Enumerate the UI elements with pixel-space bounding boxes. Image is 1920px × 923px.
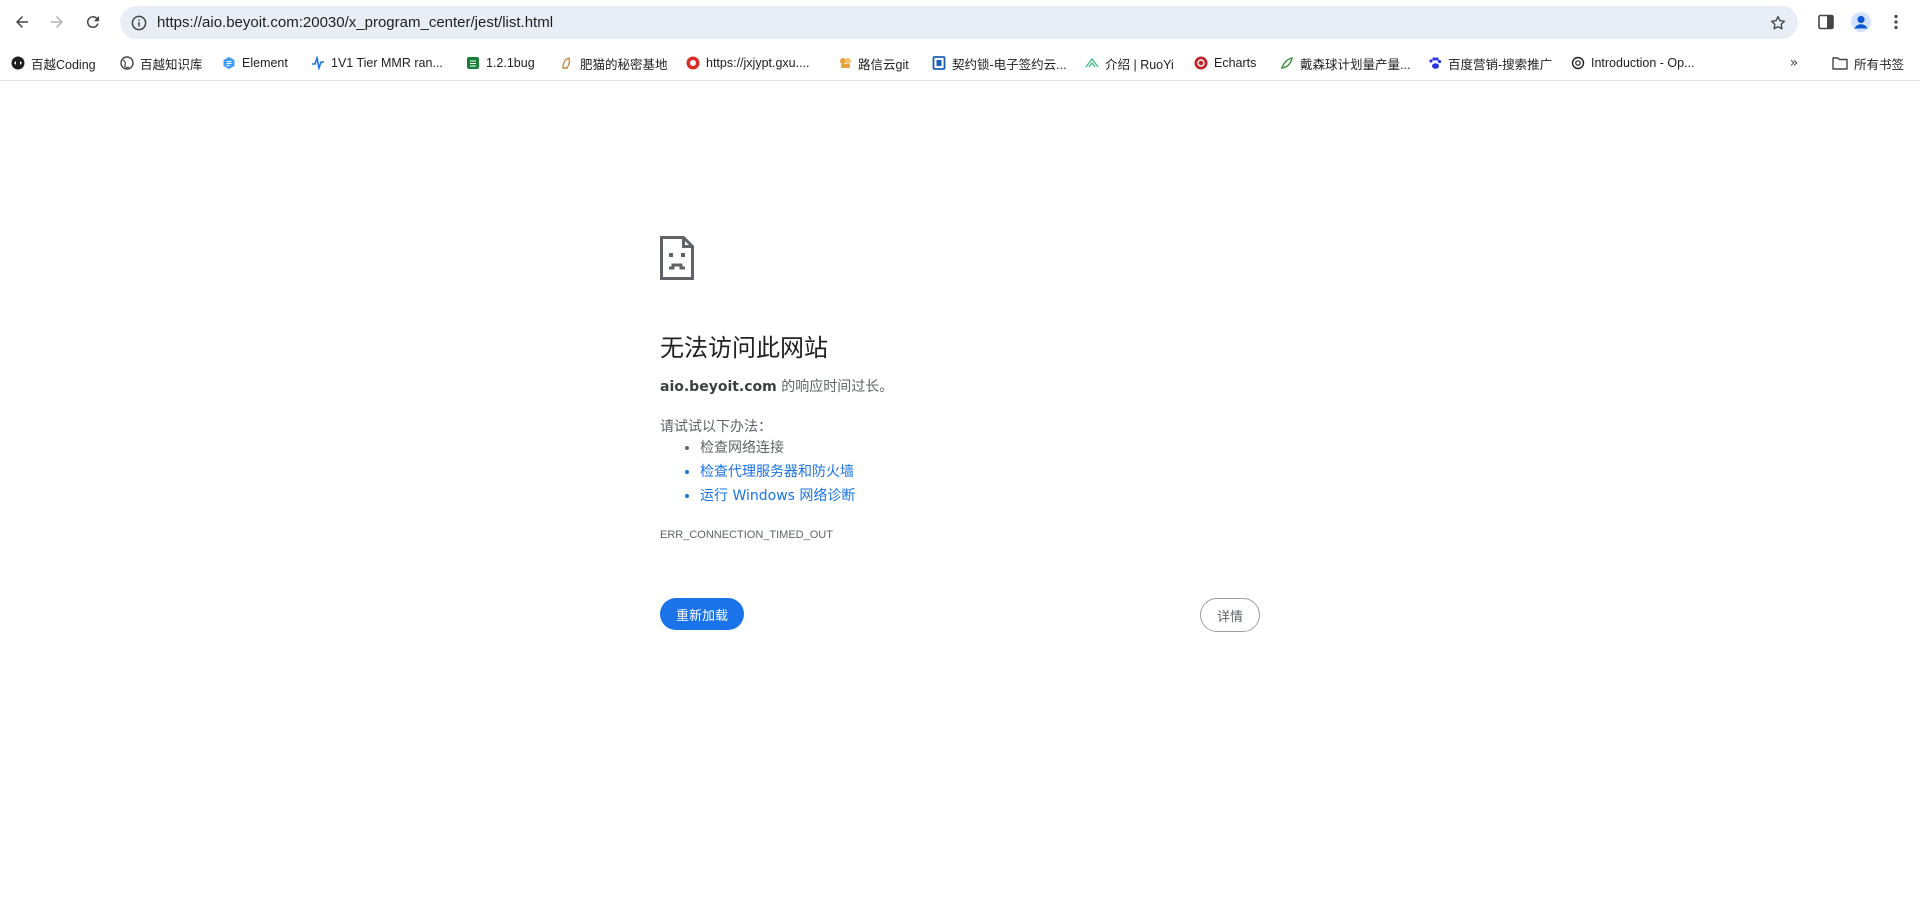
bookmark-jxjypt[interactable]: https://jxjypt.gxu.... — [686, 49, 810, 77]
folder-icon — [1832, 57, 1848, 70]
all-bookmarks-button[interactable]: 所有书签 — [1832, 49, 1904, 77]
bookmark-label: 契约锁-电子签约云... — [952, 57, 1067, 72]
bookmark-element[interactable]: Element — [222, 49, 288, 77]
reload-button[interactable]: 重新加载 — [660, 598, 744, 630]
bookmark-label: 百越知识库 — [140, 57, 203, 72]
globe-icon — [120, 56, 134, 70]
suggestion-run-diagnostics-link[interactable]: 运行 Windows 网络诊断 — [700, 484, 855, 508]
bookmark-label: 路信云git — [858, 57, 909, 72]
bookmark-label: 百越Coding — [31, 57, 96, 72]
cat-icon — [562, 57, 571, 69]
bookmark-label: https://jxjypt.gxu.... — [706, 56, 810, 70]
bookmark-label: 介绍 | RuoYi — [1105, 57, 1174, 72]
suggestion-check-network: 检查网络连接 — [700, 436, 855, 460]
browser-menu-button[interactable] — [1881, 7, 1911, 37]
details-button[interactable]: 详情 — [1200, 598, 1260, 632]
bookmark-introduction[interactable]: Introduction - Op... — [1571, 49, 1695, 77]
error-host: aio.beyoit.com — [660, 379, 777, 395]
error-description: aio.beyoit.com 的响应时间过长。 — [660, 376, 893, 396]
bookmarks-bar: 百越Coding 百越知识库 Element 1V1 Tier MMR ran.… — [0, 45, 1920, 81]
school-icon — [686, 56, 700, 70]
bookmark-label: 1V1 Tier MMR ran... — [331, 56, 443, 70]
element-icon — [223, 57, 235, 69]
suggestions-list: 检查网络连接 检查代理服务器和防火墙 运行 Windows 网络诊断 — [660, 436, 855, 508]
side-panel-button[interactable] — [1811, 7, 1841, 37]
profile-avatar-icon — [1851, 12, 1871, 32]
error-code: ERR_CONNECTION_TIMED_OUT — [660, 529, 833, 541]
baidu-icon — [1429, 57, 1442, 69]
suggestions-heading: 请试试以下办法： — [660, 419, 772, 435]
echarts-icon — [1194, 56, 1208, 70]
site-info-icon[interactable] — [128, 12, 149, 33]
bookmark-echarts[interactable]: Echarts — [1194, 49, 1256, 77]
bookmark-label: 肥猫的秘密基地 — [580, 57, 668, 72]
forward-arrow-icon — [51, 16, 63, 28]
sad-page-icon — [660, 236, 694, 280]
error-description-suffix: 的响应时间过长。 — [776, 379, 894, 395]
bookmark-label: 1.2.1bug — [486, 56, 535, 70]
all-bookmarks-label: 所有书签 — [1854, 57, 1905, 72]
url-text[interactable]: https://aio.beyoit.com:20030/x_program_c… — [157, 6, 553, 39]
reload-page-button[interactable] — [78, 7, 108, 37]
bookmark-label: Element — [242, 56, 288, 70]
bookmark-luxin-git[interactable]: 路信云git — [838, 49, 909, 77]
address-bar[interactable]: https://aio.beyoit.com:20030/x_program_c… — [120, 6, 1798, 39]
bookmark-baidu-marketing[interactable]: 百度营销-搜索推广 — [1428, 49, 1552, 77]
coding-icon — [11, 56, 25, 70]
openai-icon — [1571, 56, 1585, 70]
error-title: 无法访问此网站 — [660, 335, 828, 362]
leaf-icon — [1085, 57, 1099, 68]
bookmark-baiyue-kb[interactable]: 百越知识库 — [120, 49, 203, 77]
bookmark-qiyuesuo[interactable]: 契约锁-电子签约云... — [932, 49, 1067, 77]
sheet-icon — [467, 57, 479, 69]
back-button[interactable] — [7, 7, 37, 37]
refresh-icon — [86, 16, 99, 29]
kebab-menu-icon — [1894, 14, 1898, 30]
bookmark-dyson[interactable]: 戴森球计划量产量... — [1280, 49, 1410, 77]
more-bookmarks-button[interactable]: » — [1780, 49, 1808, 77]
pulse-icon — [312, 56, 324, 70]
suggestion-check-proxy-link[interactable]: 检查代理服务器和防火墙 — [700, 460, 855, 484]
double-chevron-icon: » — [1789, 55, 1799, 71]
contract-icon — [932, 56, 946, 70]
bookmark-star-icon[interactable] — [1767, 12, 1788, 33]
browser-toolbar: https://aio.beyoit.com:20030/x_program_c… — [0, 0, 1920, 45]
bookmark-label: 戴森球计划量产量... — [1300, 57, 1411, 72]
bookmark-ruoyi[interactable]: 介绍 | RuoYi — [1085, 49, 1174, 77]
bookmark-121bug[interactable]: 1.2.1bug — [466, 49, 535, 77]
back-arrow-icon — [16, 16, 28, 28]
bookmark-1v1-tier[interactable]: 1V1 Tier MMR ran... — [311, 49, 443, 77]
bookmark-label: 百度营销-搜索推广 — [1448, 57, 1553, 72]
profile-button[interactable] — [1846, 7, 1876, 37]
bookmark-baiyue-coding[interactable]: 百越Coding — [11, 49, 96, 77]
dyson-icon — [1280, 57, 1293, 69]
git-icon — [840, 58, 851, 68]
side-panel-icon — [1818, 14, 1834, 30]
bookmark-label: Introduction - Op... — [1591, 56, 1695, 70]
bookmark-label: Echarts — [1214, 56, 1257, 70]
bookmark-feimao[interactable]: 肥猫的秘密基地 — [560, 49, 668, 77]
forward-button[interactable] — [42, 7, 72, 37]
